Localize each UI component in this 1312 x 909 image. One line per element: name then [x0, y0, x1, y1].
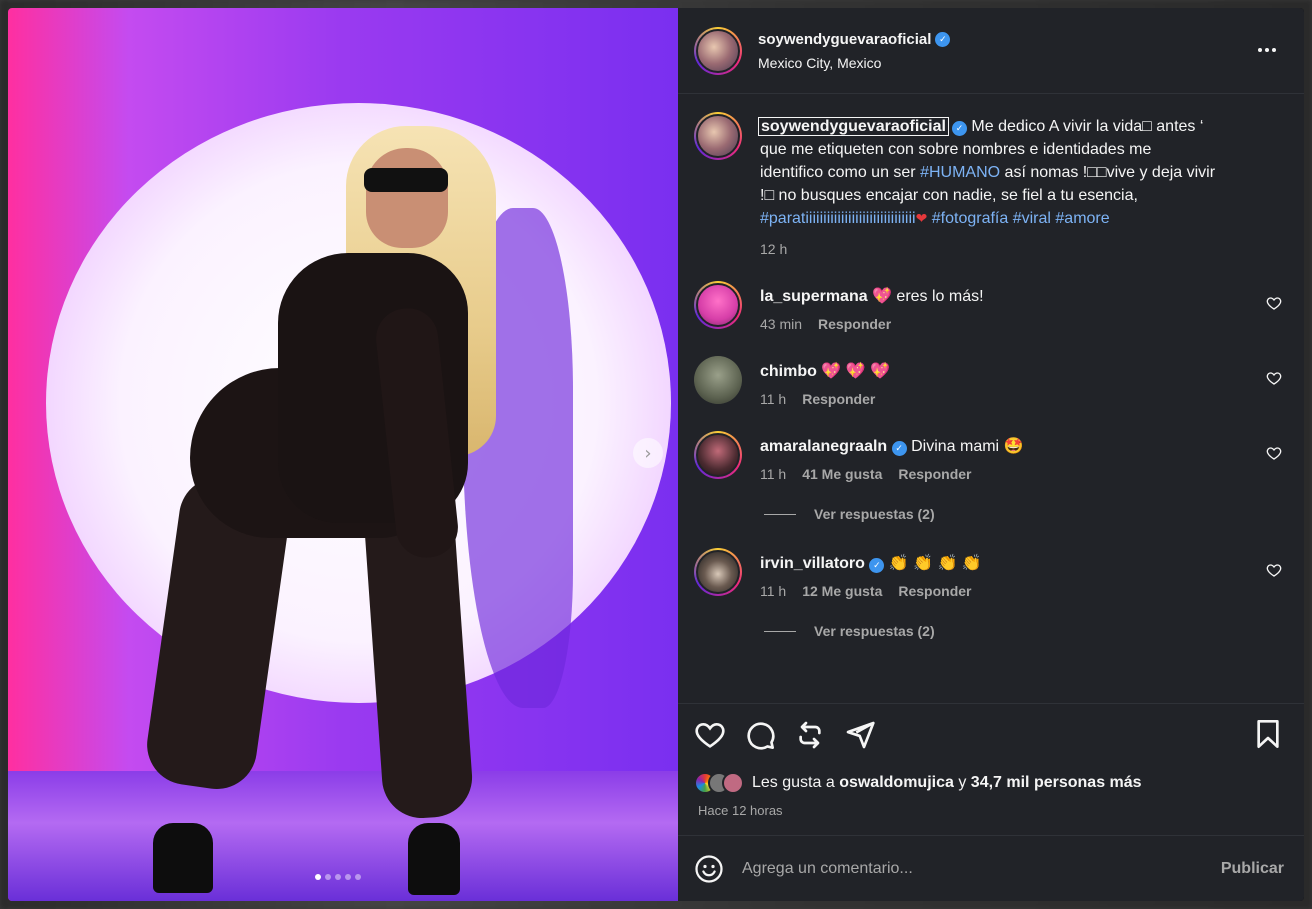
caption-avatar[interactable] [694, 112, 742, 160]
reply-button[interactable]: Responder [898, 583, 971, 599]
hashtag-humano[interactable]: #HUMANO [920, 164, 1000, 181]
publish-button[interactable]: Publicar [1221, 860, 1284, 878]
comment-composer: Publicar [678, 835, 1304, 901]
repost-icon[interactable] [794, 719, 826, 751]
more-options-icon[interactable] [1258, 48, 1276, 52]
comment-text: Divina mami 🤩 [911, 438, 1024, 455]
hashtag-parati[interactable]: #paratiiiiiiiiiiiiiiiiiiiiiiiiiiiiiii [760, 210, 916, 227]
carousel-next-button[interactable]: › [633, 438, 663, 468]
comment-username[interactable]: la_supermana [760, 288, 868, 305]
commenter-avatar[interactable] [694, 281, 742, 329]
commenter-avatar[interactable] [694, 431, 742, 479]
comment-bubble-icon[interactable] [744, 719, 776, 751]
carousel-dot [345, 874, 351, 880]
post-header: soywendyguevaraoficial ✓ Mexico City, Me… [678, 8, 1304, 94]
verified-badge-icon: ✓ [935, 31, 951, 47]
like-comment-heart-icon[interactable] [1266, 295, 1282, 311]
post-actions-bar [678, 703, 1304, 765]
liker-avatars[interactable] [694, 772, 744, 794]
comment-text: 👏 👏 👏 👏 [888, 555, 982, 572]
verified-badge-icon: ✓ [891, 441, 907, 456]
likes-count[interactable]: 34,7 mil personas más [971, 774, 1142, 791]
post-location[interactable]: Mexico City, Mexico [758, 55, 950, 71]
comment-time: 43 min [760, 316, 803, 332]
caption-text: soywendyguevaraoficial ✓ Me dedico A vivi… [758, 115, 1288, 231]
figure-sunglasses [364, 168, 448, 192]
likes-summary: Les gusta a oswaldomujica y 34,7 mil per… [678, 765, 1304, 801]
likes-username[interactable]: oswaldomujica [839, 774, 954, 791]
likes-prefix: Les gusta a [752, 774, 835, 791]
verified-badge-icon: ✓ [951, 121, 967, 136]
comment-input[interactable] [742, 859, 1162, 878]
like-comment-heart-icon[interactable] [1266, 445, 1282, 461]
post-modal: › soywendyguevaraoficial ✓ Mexico City, … [8, 8, 1304, 901]
carousel-dots [315, 874, 361, 880]
view-replies-button[interactable]: Ver respuestas (2) [764, 623, 1288, 639]
comment-time: 11 h [760, 391, 787, 407]
like-heart-icon[interactable] [694, 719, 726, 751]
comment-like-count[interactable]: 41 Me gusta [802, 466, 882, 482]
heart-emoji: ❤ [915, 211, 928, 227]
caption-row: soywendyguevaraoficial ✓ Me dedico A vivi… [694, 112, 1288, 257]
emoji-smiley-icon[interactable] [694, 854, 724, 884]
author-avatar[interactable] [694, 26, 742, 75]
figure-shoe-left [153, 823, 213, 893]
reply-button[interactable]: Responder [898, 466, 971, 482]
hashtag-viral[interactable]: #viral [1013, 210, 1051, 227]
post-side-panel: soywendyguevaraoficial ✓ Mexico City, Me… [678, 8, 1304, 901]
like-comment-heart-icon[interactable] [1266, 370, 1282, 386]
reflective-floor [8, 771, 678, 901]
carousel-dot [325, 874, 331, 880]
share-send-icon[interactable] [844, 719, 876, 751]
likes-connector: y [958, 774, 967, 791]
post-time-ago: Hace 12 horas [698, 803, 783, 818]
comment-row: chimbo 💖 💖 💖 11 h Responder [694, 356, 1288, 407]
comment-username[interactable]: irvin_villatoro [760, 555, 865, 572]
carousel-dot [335, 874, 341, 880]
liker-avatar [722, 772, 744, 794]
comment-username[interactable]: amaralanegraaln [760, 438, 887, 455]
like-comment-heart-icon[interactable] [1266, 562, 1282, 578]
carousel-dot [355, 874, 361, 880]
hashtag-amore[interactable]: #amore [1055, 210, 1109, 227]
likes-text: Les gusta a oswaldomujica y 34,7 mil per… [752, 774, 1142, 792]
carousel-dot [315, 874, 321, 880]
view-replies-label: Ver respuestas (2) [814, 506, 935, 522]
reply-button[interactable]: Responder [818, 316, 891, 332]
verified-badge-icon: ✓ [869, 558, 885, 573]
figure-face [366, 148, 448, 248]
commenter-avatar[interactable] [694, 356, 742, 404]
commenter-avatar[interactable] [694, 548, 742, 596]
post-photo: › [8, 8, 678, 901]
comment-time: 11 h [760, 466, 787, 482]
view-replies-button[interactable]: Ver respuestas (2) [764, 506, 1288, 522]
comment-time: 11 h [760, 583, 787, 599]
bookmark-icon[interactable] [1252, 718, 1284, 750]
hashtag-fotografia[interactable]: #fotografía [932, 210, 1009, 227]
comment-row: la_supermana 💖 eres lo más! 43 min Respon… [694, 281, 1288, 332]
caption-time: 12 h [760, 241, 788, 257]
comment-username[interactable]: chimbo [760, 363, 817, 380]
comments-section: soywendyguevaraoficial ✓ Me dedico A vivi… [678, 94, 1304, 703]
caption-username[interactable]: soywendyguevaraoficial [758, 117, 949, 136]
comment-text: 💖 eres lo más! [872, 288, 984, 305]
reply-button[interactable]: Responder [802, 391, 875, 407]
comment-row: amaralanegraaln ✓ Divina mami 🤩 11 h 41 M… [694, 431, 1288, 482]
comment-text: 💖 💖 💖 [821, 363, 890, 380]
author-username[interactable]: soywendyguevaraoficial [758, 31, 931, 48]
comment-like-count[interactable]: 12 Me gusta [802, 583, 882, 599]
comment-row: irvin_villatoro ✓ 👏 👏 👏 👏 11 h 12 Me gust… [694, 548, 1288, 599]
chevron-right-icon: › [644, 442, 652, 464]
figure-shoe-right [408, 823, 460, 895]
view-replies-label: Ver respuestas (2) [814, 623, 935, 639]
